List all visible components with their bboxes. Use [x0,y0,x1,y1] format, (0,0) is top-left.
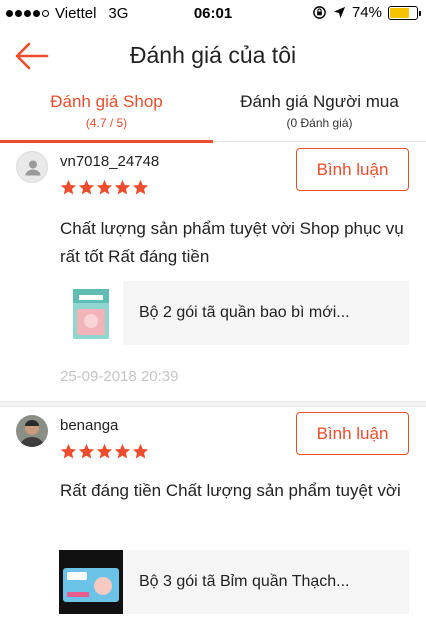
star-icon [96,443,113,459]
tab-bar: Đánh giá Shop (4.7 / 5) Đánh giá Người m… [0,86,426,143]
review-date: 25-09-2018 20:39 [60,368,179,385]
star-icon [114,443,131,459]
status-bar: Viettel 3G 06:01 74% [0,0,426,28]
avatar [16,415,48,447]
review-text: Rất đáng tiền Chất lượng sản phẩm tuyệt … [60,481,401,500]
star-icon [78,443,95,459]
reviewer-username: vn7018_24748 [60,153,160,170]
tab-buyer-reviews[interactable]: Đánh giá Người mua (0 Đánh giá) [213,86,426,142]
product-name: Bộ 3 gói tã Bỉm quần Thạch... [139,573,350,590]
tab-shop-reviews[interactable]: Đánh giá Shop (4.7 / 5) [0,86,213,143]
battery-icon [388,5,421,20]
comment-button[interactable]: Bình luận [296,148,409,191]
star-icon [96,179,113,195]
comment-button[interactable]: Bình luận [296,412,409,455]
location-arrow-icon [333,6,346,19]
star-icon [114,179,131,195]
tab-label: Đánh giá Shop [50,92,163,111]
app-header: Đánh giá của tôi [0,28,426,86]
star-icon [78,179,95,195]
review-item: vn7018_24748 Bình luận Chất lượng sản ph… [0,143,426,401]
product-card[interactable]: Bộ 3 gói tã Bỉm quần Thạch... [59,550,409,614]
product-thumbnail [59,550,123,614]
product-name: Bộ 2 gói tã quần bao bì mới... [139,304,350,321]
avatar [16,151,48,183]
tab-count: (0 Đánh giá) [286,116,353,130]
review-list: vn7018_24748 Bình luận Chất lượng sản ph… [0,143,426,640]
reviewer-username: benanga [60,417,119,434]
tab-label: Đánh giá Người mua [240,92,399,111]
battery-percent: 74% [351,4,382,21]
product-thumbnail [59,281,123,345]
star-icon [132,443,149,459]
star-icon [60,443,77,459]
product-card[interactable]: Bộ 2 gói tã quần bao bì mới... [59,281,409,345]
star-icon [60,179,77,195]
page-title: Đánh giá của tôi [129,42,297,68]
star-rating [60,443,149,460]
star-icon [132,179,149,195]
review-text: Chất lượng sản phẩm tuyệt vời Shop phục … [60,219,404,266]
tab-rating: (4.7 / 5) [85,116,128,130]
star-rating [60,179,149,196]
user-photo [16,415,48,447]
review-item: benanga Bình luận Rất đáng tiền Chất lượ… [0,407,426,640]
rotation-lock-icon [313,6,326,19]
default-user-icon [25,160,41,176]
